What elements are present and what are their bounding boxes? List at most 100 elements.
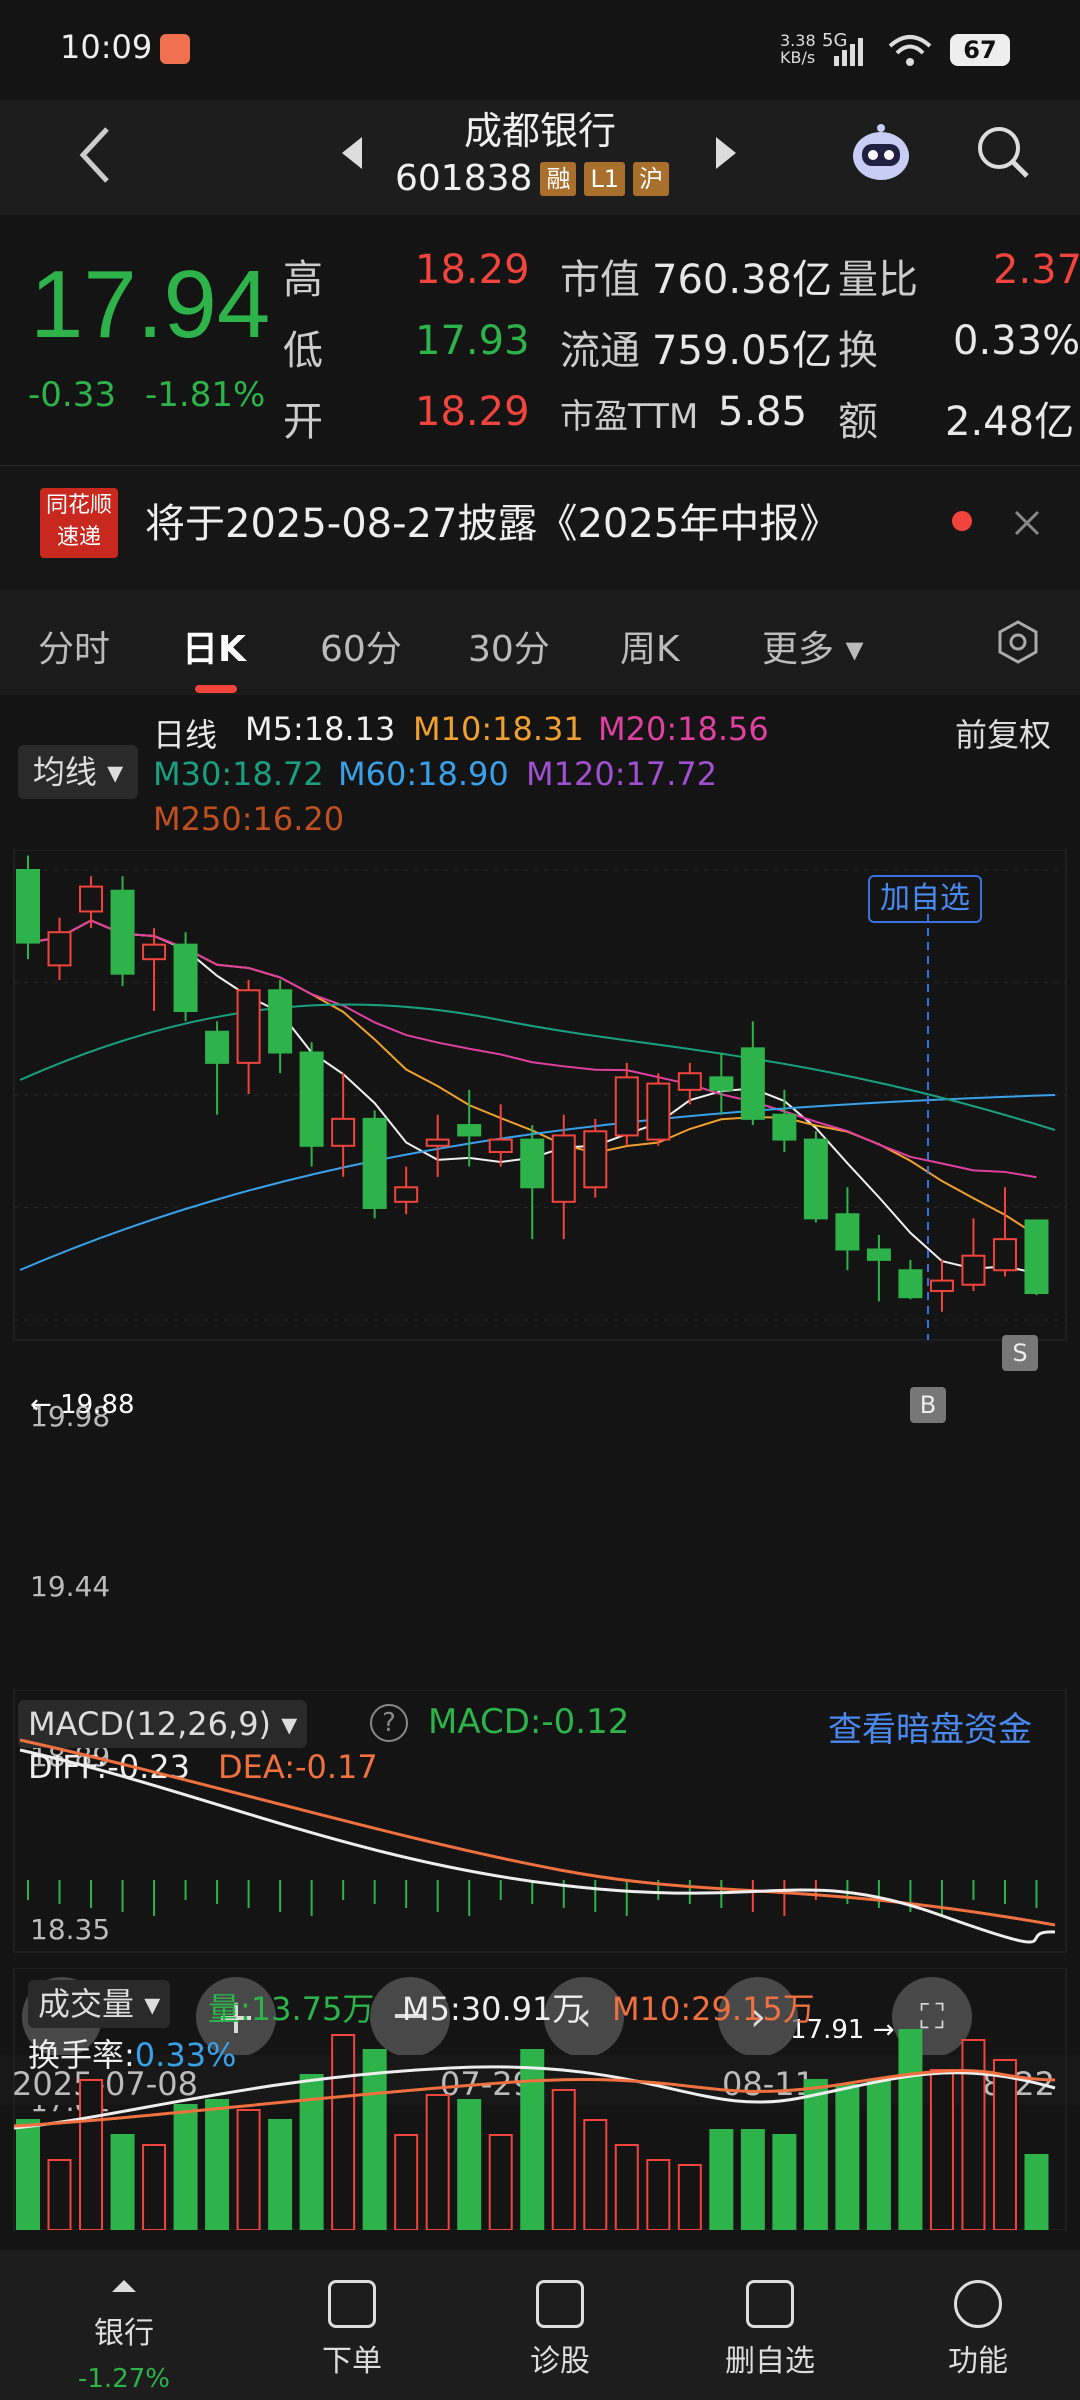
low-value: 17.93 — [415, 318, 530, 364]
candle — [866, 1248, 891, 1261]
tab-intraday[interactable]: 分时 — [38, 620, 110, 672]
tag-exchange: 沪 — [633, 161, 670, 196]
ma120-value: M120:17.72 — [526, 755, 718, 793]
candle — [803, 1138, 828, 1220]
order-icon — [328, 2280, 376, 2328]
volume-bar — [331, 2034, 356, 2230]
nav-order[interactable]: 下单 — [282, 2280, 422, 2380]
tag-level: L1 — [584, 161, 626, 196]
signal-icon — [834, 38, 863, 66]
candle — [110, 889, 135, 975]
turnover-value: 0.33% — [953, 318, 1080, 364]
unread-dot — [952, 511, 972, 531]
ma30-line — [19, 1003, 1056, 1131]
candle — [16, 869, 40, 944]
volume-bar — [362, 2049, 387, 2230]
macd-bar — [877, 1880, 880, 1908]
macd-bar — [310, 1880, 313, 1916]
high-value: 18.29 — [415, 247, 530, 293]
open-label: 开 — [283, 399, 323, 445]
macd-bar — [436, 1880, 439, 1912]
macd-bar — [940, 1880, 943, 1916]
volume-selector[interactable]: 成交量 ▾ — [28, 1980, 171, 2028]
close-icon[interactable] — [1012, 508, 1042, 538]
candle — [677, 1072, 702, 1091]
tab-more[interactable]: 更多 ▾ — [762, 620, 864, 672]
volume-bar — [488, 2134, 513, 2230]
nav-remove-watch[interactable]: 删自选 — [700, 2280, 840, 2380]
macd-bar — [373, 1880, 376, 1904]
bottom-nav: 银行 -1.27% 下单 诊股 删自选 功能 — [0, 2250, 1080, 2400]
high-marker: ← 19.88 — [30, 1390, 135, 1420]
volume-bar — [394, 2134, 419, 2230]
volume-value: 量:13.75万 — [208, 1990, 375, 2028]
adjust-mode[interactable]: 前复权 — [955, 710, 1051, 756]
macd-bar — [1003, 1880, 1006, 1904]
settings-icon[interactable] — [996, 620, 1040, 664]
nav-functions[interactable]: 功能 — [908, 2280, 1048, 2380]
volume-bar — [520, 2049, 545, 2230]
robot-assistant-icon[interactable] — [848, 120, 914, 186]
ma60-value: M60:18.90 — [338, 755, 509, 793]
volume-m10: M10:29.15万 — [612, 1990, 815, 2028]
tab-60min[interactable]: 60分 — [320, 620, 402, 672]
tab-daily-k[interactable]: 日K — [182, 620, 246, 672]
candle — [362, 1117, 387, 1210]
volume-bar — [16, 2119, 40, 2230]
volume-panel: 成交量 ▾ 量:13.75万 M5:30.91万 M10:29.15万 换手率:… — [0, 1968, 1080, 2230]
net-speed: 3.38 KB/s — [780, 31, 816, 67]
sell-marker[interactable]: S — [1002, 1335, 1038, 1371]
volume-bar — [268, 2119, 293, 2230]
macd-bar — [184, 1880, 187, 1900]
volume-bar — [142, 2144, 167, 2230]
volume-bar — [583, 2119, 608, 2230]
candle — [425, 1138, 450, 1147]
market-cap-label: 市值 — [560, 257, 640, 303]
turnover-label: 换 — [838, 328, 878, 374]
notice-bar[interactable]: 同花顺 速递 将于2025-08-27披露《2025年中报》 — [0, 465, 1080, 585]
low-label: 低 — [283, 328, 323, 374]
volume-bar — [709, 2129, 734, 2230]
candle — [79, 885, 104, 913]
stock-name: 成都银行 — [463, 109, 616, 153]
ma-selector[interactable]: 均线 ▾ — [18, 745, 138, 799]
diagnose-icon — [536, 2280, 584, 2328]
market-cap-value: 760.38亿 — [652, 257, 832, 303]
candle — [898, 1269, 923, 1299]
volume-bar — [1024, 2154, 1049, 2230]
candle — [457, 1124, 482, 1137]
macd-bar — [531, 1880, 534, 1904]
macd-bar — [972, 1880, 975, 1900]
ma10-value: M10:18.31 — [413, 710, 584, 748]
macd-bar — [751, 1880, 754, 1912]
price-change: -0.33 — [28, 375, 116, 415]
volume-bar — [79, 2079, 104, 2230]
candle — [394, 1186, 419, 1203]
macd-bar — [594, 1880, 597, 1912]
macd-chart — [13, 1690, 1067, 1953]
nav-sector[interactable]: 银行 -1.27% — [54, 2280, 194, 2394]
buy-marker[interactable]: B — [910, 1387, 946, 1423]
tag-margin: 融 — [540, 161, 577, 196]
volume-bar — [929, 2069, 954, 2230]
next-stock-icon[interactable] — [712, 135, 738, 171]
nav-diagnose[interactable]: 诊股 — [490, 2280, 630, 2380]
volume-bar — [740, 2129, 765, 2230]
macd-bar — [90, 1880, 93, 1908]
candle — [236, 989, 261, 1064]
volume-bar — [425, 2094, 450, 2230]
prev-stock-icon[interactable] — [340, 135, 366, 171]
search-icon[interactable] — [975, 124, 1031, 180]
status-bar: 10:09 3.38 KB/s 5G 67 — [0, 0, 1080, 100]
stock-header: 成都银行 601838 融 L1 沪 — [0, 100, 1080, 215]
tab-30min[interactable]: 30分 — [468, 620, 550, 672]
candlestick-chart[interactable] — [0, 850, 1080, 1390]
candle — [173, 943, 198, 1013]
candle — [614, 1076, 639, 1137]
volume-ratio-label: 量比 — [838, 257, 918, 303]
tonghuashun-logo: 同花顺 速递 — [40, 488, 118, 558]
add-watchlist-button[interactable]: 加自选 — [868, 875, 982, 923]
candle — [583, 1130, 608, 1189]
macd-bar — [58, 1880, 61, 1904]
tab-weekly-k[interactable]: 周K — [620, 620, 680, 672]
